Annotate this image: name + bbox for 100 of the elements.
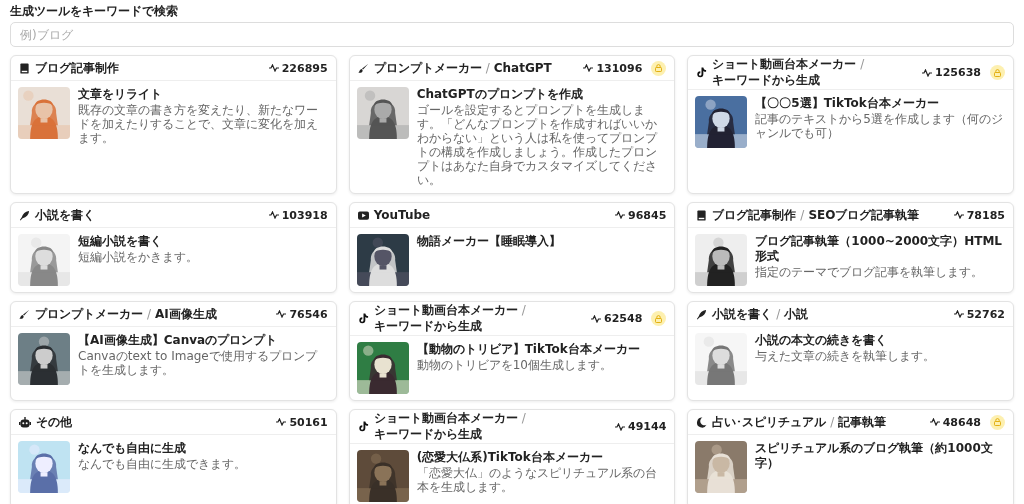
moon-icon — [696, 416, 708, 428]
category-label: ショート動画台本メーカー — [373, 411, 518, 426]
tool-description: 記事のテキストから5選を作成します（何のジャンルでも可） — [755, 112, 1004, 140]
tool-description: 短編小説をかきます。 — [78, 250, 199, 264]
category-label: プロンプトメーカー — [373, 60, 482, 76]
breadcrumb-separator: / — [485, 60, 490, 76]
activity-icon — [583, 64, 594, 72]
tool-title: スピリチュアル系のブログ執筆（約1000文字） — [755, 441, 994, 471]
tool-description: ゴールを設定するとプロンプトを生成します。「どんなプロンプトを作成すればいいかわからない」という人は私を使ってプロンプトの構成を作成しましょう。作成したプロンプトはあなた自身でカスタマイズしてください。 — [416, 103, 659, 187]
usage-count: 131096 — [596, 60, 643, 76]
subcategory-label: キーワードから生成 — [373, 427, 482, 442]
activity-icon — [922, 68, 933, 77]
tool-description: 与えた文章の続きを執筆します。 — [755, 349, 937, 363]
breadcrumb-separator: / — [776, 306, 781, 322]
breadcrumb-separator: / — [830, 414, 835, 430]
music-note-icon — [696, 67, 708, 78]
activity-icon — [953, 310, 964, 318]
pen-icon — [19, 209, 30, 221]
tool-title: 【〇〇5選】TikTok台本メーカー — [755, 96, 940, 111]
tool-card[interactable]: プロンプトメーカー / AI画像生成 76546 【AI画像生成】Canvaのプロンプト Canvaのtext to Imageで使用するプロンプトを生成します。 — [10, 301, 337, 401]
usage-count: 226895 — [281, 60, 328, 76]
tool-card[interactable]: プロンプトメーカー / ChatGPT 131096 ChatGPTのプロンプトを作成 ゴールを設定するとプロンプトを生成します。「どんなプロンプトを作成すればいいかわからない」という人は私を使ってプロンプトの構成を作成しましょう。作成したプロンプトはあなた自身でカスタマイズしてください。 — [348, 55, 676, 194]
tool-description: 「恋愛大仏」のようなスピリチュアル系の台本を生成します。 — [416, 466, 658, 494]
subcategory-label: 記事執筆 — [838, 414, 887, 430]
subcategory-label: AI画像生成 — [155, 306, 217, 322]
category-label: ショート動画台本メーカー — [373, 303, 518, 318]
tool-title: ChatGPTのプロンプトを作成 — [416, 87, 584, 102]
category-label: 占い･スピリチュアル — [712, 414, 827, 430]
tool-title: ブログ記事執筆（1000~2000文字）HTML形式 — [755, 234, 1003, 264]
category-label: ブログ記事制作 — [35, 60, 119, 76]
usage-count: 62548 — [604, 311, 643, 326]
tool-description: Canvaのtext to Imageで使用するプロンプトを生成します。 — [78, 349, 319, 377]
tool-title: 短編小説を書く — [78, 234, 163, 249]
usage-count: 52762 — [966, 306, 1005, 322]
usage-count: 125638 — [935, 65, 981, 80]
tool-title: 【AI画像生成】Canvaのプロンプト — [78, 333, 279, 348]
usage-count: 103918 — [281, 207, 328, 223]
breadcrumb-separator: / — [521, 303, 526, 318]
breadcrumb-separator: / — [800, 207, 805, 223]
subcategory-label: 小説 — [784, 306, 809, 322]
pen-icon — [696, 308, 708, 320]
robot-icon — [19, 416, 31, 428]
book-icon — [19, 62, 30, 74]
activity-icon — [929, 418, 940, 426]
tool-card[interactable]: ショート動画台本メーカー / キーワードから生成 62548 【動物のトリビア】TikTok台本メーカー 動物のトリビアを10個生成します。 — [348, 301, 676, 401]
search-field[interactable]: 例)ブログ — [10, 22, 1014, 47]
activity-icon — [615, 211, 626, 219]
tool-card[interactable]: 小説を書く / 小説 52762 小説の本文の続きを書く 与えた文章の続きを執筆します。 — [687, 301, 1014, 401]
usage-count: 49144 — [628, 419, 667, 434]
activity-icon — [268, 64, 279, 72]
tool-card[interactable]: ショート動画台本メーカー / キーワードから生成 49144 (恋愛大仏系)TikTok台本メーカー 「恋愛大仏」のようなスピリチュアル系の台本を生成します。 — [348, 409, 676, 504]
activity-icon — [615, 422, 626, 431]
subcategory-label: ChatGPT — [493, 60, 552, 76]
book-icon — [696, 209, 708, 221]
usage-count: 50161 — [289, 414, 328, 430]
brush-icon — [19, 308, 30, 320]
category-label: 小説を書く — [35, 207, 95, 223]
tool-title: 【動物のトリビア】TikTok台本メーカー — [416, 342, 641, 357]
breadcrumb-separator: / — [521, 411, 526, 426]
usage-count: 96845 — [628, 207, 667, 223]
tool-title: なんでも自由に生成 — [78, 441, 187, 456]
usage-count: 76546 — [289, 306, 328, 322]
tool-card[interactable]: 小説を書く 103918 短編小説を書く 短編小説をかきます。 — [10, 202, 337, 293]
usage-count: 48648 — [942, 414, 981, 430]
activity-icon — [953, 211, 964, 219]
breadcrumb-separator: / — [147, 306, 152, 322]
tool-card[interactable]: 占い･スピリチュアル / 記事執筆 48648 スピリチュアル系のブログ執筆（約1000文字） — [687, 409, 1014, 504]
subcategory-label: キーワードから生成 — [712, 73, 821, 88]
tool-title: 文章をリライト — [78, 87, 163, 102]
category-label: 小説を書く — [712, 306, 773, 322]
usage-count: 78185 — [966, 207, 1005, 223]
category-label: ショート動画台本メーカー — [712, 57, 857, 72]
tool-card[interactable]: ブログ記事制作 / SEOブログ記事執筆 78185 ブログ記事執筆（1000~2000文字）HTML形式 指定のテーマでブログ記事を執筆します。 — [687, 202, 1014, 293]
activity-icon — [591, 314, 602, 323]
video-play-icon — [357, 210, 369, 220]
breadcrumb-separator: / — [860, 57, 865, 72]
category-label: YouTube — [373, 207, 431, 223]
tool-title: 小説の本文の続きを書く — [755, 333, 889, 348]
tool-description: 動物のトリビアを10個生成します。 — [416, 358, 613, 372]
tool-card[interactable]: YouTube 96845 物語メーカー【睡眠導入】 — [348, 202, 676, 293]
brush-icon — [357, 62, 369, 74]
tool-title: (恋愛大仏系)TikTok台本メーカー — [416, 450, 604, 465]
activity-icon — [276, 310, 287, 318]
tool-card[interactable]: ショート動画台本メーカー / キーワードから生成 125638 【〇〇5選】TikTok台本メーカー 記事のテキストから5選を作成します（何のジャンルでも可） — [687, 55, 1014, 194]
category-label: プロンプトメーカー — [35, 306, 143, 322]
search-label: 生成ツールをキーワードで検索 — [10, 3, 179, 19]
subcategory-label: SEOブログ記事執筆 — [808, 207, 920, 223]
tool-description: 既存の文章の書き方を変えたり、新たなワードを加えたりすることで、文章に変化を加えます。 — [78, 103, 319, 145]
subcategory-label: キーワードから生成 — [373, 319, 482, 334]
activity-icon — [268, 211, 279, 219]
tool-description: なんでも自由に生成できます。 — [78, 457, 247, 471]
tool-card[interactable]: ブログ記事制作 226895 文章をリライト 既存の文章の書き方を変えたり、新たなワードを加えたりすることで、文章に変化を加えます。 — [10, 55, 337, 194]
music-note-icon — [357, 421, 369, 432]
tool-description: 指定のテーマでブログ記事を執筆します。 — [755, 265, 985, 279]
tool-title: 物語メーカー【睡眠導入】 — [416, 234, 562, 249]
category-label: ブログ記事制作 — [712, 207, 797, 223]
category-label: その他 — [36, 414, 72, 430]
tool-card[interactable]: その他 50161 なんでも自由に生成 なんでも自由に生成できます。 — [10, 409, 337, 504]
activity-icon — [276, 418, 287, 426]
music-note-icon — [357, 313, 369, 324]
